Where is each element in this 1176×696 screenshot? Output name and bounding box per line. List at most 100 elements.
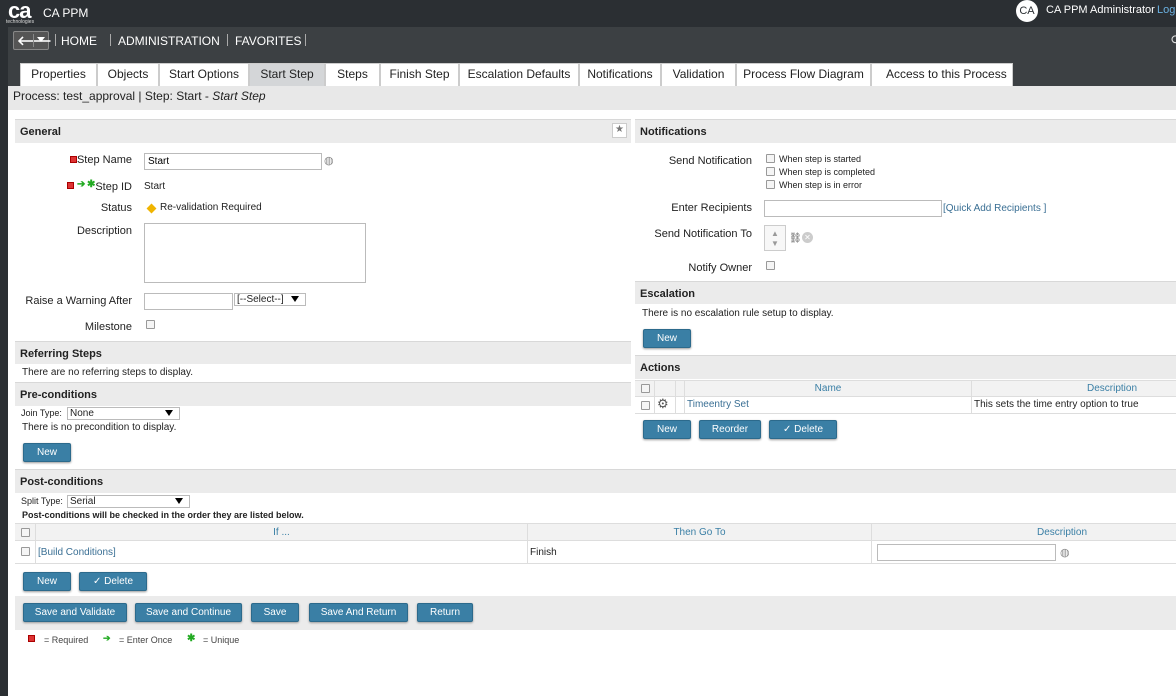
step-name-label: Step Name <box>76 154 132 166</box>
status-value: Re-validation Required <box>160 202 262 213</box>
quick-add-link[interactable]: [Quick Add Recipients ] <box>943 203 1046 214</box>
actions-header: Actions <box>635 355 1176 379</box>
split-type-select[interactable]: Serial <box>67 495 190 508</box>
action-description: This sets the time entry option to true <box>974 399 1139 410</box>
left-strip <box>0 27 8 696</box>
warning-label: Raise a Warning After <box>25 295 132 307</box>
post-description-input[interactable] <box>877 544 1056 561</box>
notify-started-checkbox[interactable] <box>766 154 775 163</box>
send-to-label: Send Notification To <box>654 228 752 240</box>
ca-logo[interactable]: ca technologies <box>6 0 38 26</box>
notify-started-label: When step is started <box>779 154 862 164</box>
notify-error-checkbox[interactable] <box>766 180 775 189</box>
notify-owner-label: Notify Owner <box>688 262 752 274</box>
tab-validation[interactable]: Validation <box>661 63 736 86</box>
gear-icon[interactable]: ⚙ <box>657 396 669 412</box>
tab-notifications[interactable]: Notifications <box>579 63 661 86</box>
tab-steps[interactable]: Steps <box>325 63 380 86</box>
warning-input[interactable] <box>144 293 233 310</box>
warning-unit-select[interactable]: [--Select--] <box>234 293 306 306</box>
tab-start-step[interactable]: Start Step <box>249 63 325 86</box>
back-button[interactable]: 🡐 <box>13 31 52 50</box>
select-all-checkbox[interactable] <box>21 528 30 537</box>
notify-completed-checkbox[interactable] <box>766 167 775 176</box>
return-button[interactable]: Return <box>417 603 473 622</box>
logout-link[interactable]: Log <box>1157 4 1175 16</box>
star-icon[interactable]: ★ <box>612 123 627 138</box>
row-checkbox[interactable] <box>21 547 30 556</box>
step-id-label: Step ID <box>95 181 132 193</box>
milestone-label: Milestone <box>84 321 132 333</box>
postcondition-new-button[interactable]: New <box>23 572 71 591</box>
tab-properties[interactable]: Properties <box>20 63 97 86</box>
refresh-icon[interactable]: ⟳ <box>1171 32 1176 48</box>
recipients-input[interactable] <box>764 200 942 217</box>
escalation-header: Escalation <box>635 281 1176 304</box>
save-validate-button[interactable]: Save and Validate <box>23 603 127 622</box>
nav-favorites[interactable]: FAVORITES <box>235 34 301 48</box>
col-action-name[interactable]: Name <box>685 383 971 394</box>
globe-icon[interactable]: ◍ <box>1060 546 1070 559</box>
escalation-new-button[interactable]: New <box>643 329 691 348</box>
then-go-to-value: Finish <box>530 547 557 558</box>
tab-escalation-defaults[interactable]: Escalation Defaults <box>459 63 579 86</box>
description-textarea[interactable] <box>144 223 366 283</box>
join-type-label: Join Type: <box>21 408 62 418</box>
enter-once-icon: ➔ <box>103 633 111 643</box>
tab-access[interactable]: Access to this Process ▼ <box>871 63 1013 101</box>
top-bar: ca technologies CA PPM CA CA PPM Adminis… <box>0 0 1176 27</box>
milestone-checkbox[interactable] <box>146 320 155 329</box>
postcondition-note: Post-conditions will be checked in the o… <box>22 510 304 520</box>
nav-bar: 🡐 HOME ADMINISTRATION FAVORITES ⟳ <box>8 27 1176 54</box>
chevron-down-icon[interactable] <box>37 37 45 42</box>
status-label: Status <box>100 202 132 214</box>
referring-steps-header: Referring Steps <box>15 341 631 364</box>
actions-reorder-button[interactable]: Reorder <box>699 420 761 439</box>
escalation-empty-text: There is no escalation rule setup to dis… <box>642 308 834 319</box>
save-return-button[interactable]: Save And Return <box>309 603 408 622</box>
binoculars-icon[interactable]: ⛓ <box>789 233 802 244</box>
precondition-empty-text: There is no precondition to display. <box>22 422 177 433</box>
tab-finish-step[interactable]: Finish Step <box>380 63 459 86</box>
action-row-checkbox[interactable] <box>641 401 650 410</box>
user-name[interactable]: CA PPM Administrator <box>1046 4 1155 16</box>
precondition-new-button[interactable]: New <box>23 443 71 462</box>
description-label: Description <box>76 225 132 237</box>
tab-start-options[interactable]: Start Options <box>159 63 249 86</box>
save-continue-button[interactable]: Save and Continue <box>135 603 242 622</box>
tab-objects[interactable]: Objects <box>97 63 159 86</box>
col-if[interactable]: If ... <box>36 527 527 538</box>
action-name-link[interactable]: Timeentry Set <box>687 399 749 410</box>
col-action-description[interactable]: Description <box>972 383 1176 394</box>
globe-icon[interactable]: ◍ <box>324 154 334 167</box>
notify-owner-checkbox[interactable] <box>766 261 775 270</box>
col-description[interactable]: Description <box>872 527 1176 538</box>
nav-administration[interactable]: ADMINISTRATION <box>118 34 220 48</box>
notifications-header: Notifications <box>635 119 1176 143</box>
nav-home[interactable]: HOME <box>61 34 97 48</box>
avatar[interactable]: CA <box>1016 0 1038 22</box>
step-name-input[interactable] <box>144 153 322 170</box>
build-conditions-link[interactable]: [Build Conditions] <box>38 547 116 558</box>
actions-delete-button[interactable]: ✓ Delete <box>769 420 837 439</box>
required-icon <box>28 635 35 642</box>
actions-new-button[interactable]: New <box>643 420 691 439</box>
general-header: General <box>15 119 631 143</box>
join-type-select[interactable]: None <box>67 407 180 420</box>
notify-error-label: When step is in error <box>779 180 863 190</box>
chevron-down-icon <box>291 296 299 302</box>
process-breadcrumb: Process: test_approval | Step: Start - S… <box>8 86 1176 110</box>
save-button[interactable]: Save <box>251 603 299 622</box>
col-then-go-to[interactable]: Then Go To <box>528 527 871 538</box>
tab-bar: Properties Objects Start Options Start S… <box>8 54 1176 101</box>
warning-diamond-icon <box>146 203 157 214</box>
app-title: CA PPM <box>43 6 89 20</box>
legend-required: = Required <box>44 635 89 645</box>
postconditions-header: Post-conditions <box>15 469 1176 493</box>
clear-icon[interactable]: ✕ <box>802 232 813 243</box>
reorder-arrows[interactable]: ▲ ▼ <box>764 225 786 251</box>
send-notification-label: Send Notification <box>668 155 752 167</box>
postcondition-delete-button[interactable]: ✓ Delete <box>79 572 147 591</box>
tab-process-flow-diagram[interactable]: Process Flow Diagram <box>736 63 871 86</box>
actions-select-all-checkbox[interactable] <box>641 384 650 393</box>
